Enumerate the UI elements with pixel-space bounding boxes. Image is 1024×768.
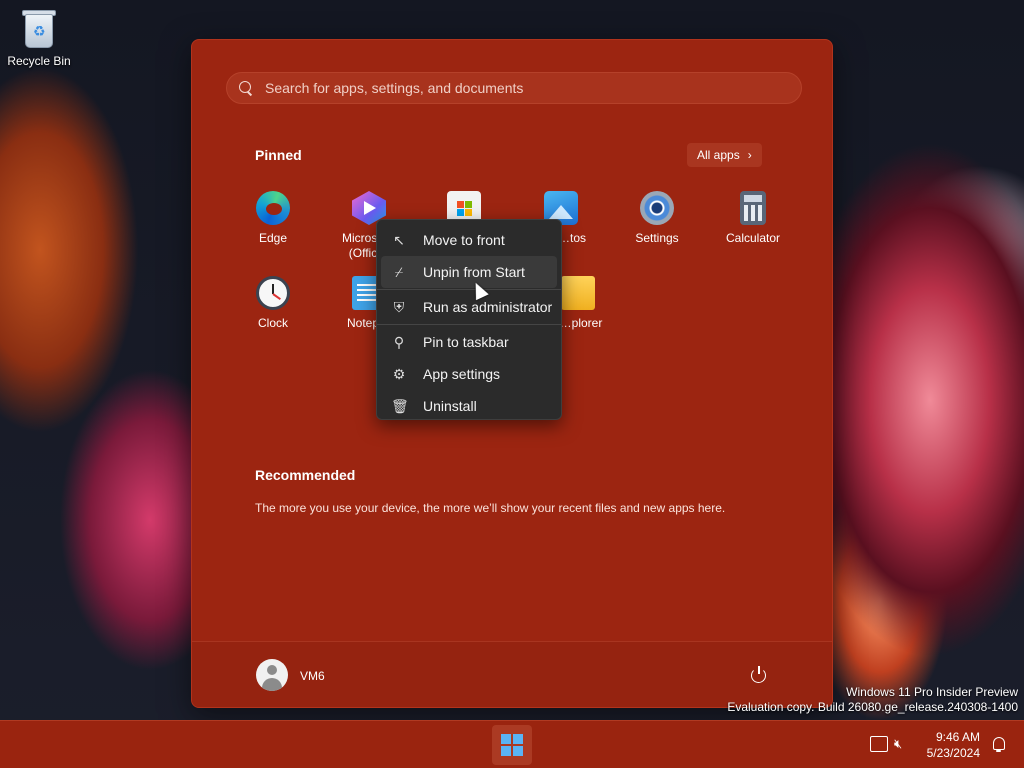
network-icon[interactable] xyxy=(870,736,888,752)
menu-item-label: Move to front xyxy=(423,232,505,248)
tray-time: 9:46 AM xyxy=(935,730,980,744)
tray-date: 5/23/2024 xyxy=(926,746,980,760)
file-explorer-icon xyxy=(561,276,595,310)
recycle-bin-label: Recycle Bin xyxy=(7,54,71,68)
menu-item-pin-to-taskbar[interactable]: ⚲ Pin to taskbar xyxy=(381,326,557,358)
menu-item-label: Unpin from Start xyxy=(423,264,525,280)
recommended-heading: Recommended xyxy=(255,467,356,483)
watermark-line-1: Windows 11 Pro Insider Preview xyxy=(846,685,1018,699)
menu-item-label: Run as administrator xyxy=(423,299,553,315)
app-label: Clock xyxy=(257,316,288,330)
pinned-app-clock[interactable]: Clock xyxy=(225,276,321,331)
notification-bell-icon[interactable] xyxy=(992,737,1006,753)
menu-item-unpin-from-start[interactable]: ⌿ Unpin from Start xyxy=(381,256,557,288)
menu-item-run-as-admin[interactable]: ⛨ Run as administrator xyxy=(381,291,557,323)
menu-separator xyxy=(377,289,561,290)
menu-item-label: Pin to taskbar xyxy=(423,334,509,350)
user-name[interactable]: VM6 xyxy=(300,669,325,683)
unpin-icon: ⌿ xyxy=(394,264,404,280)
power-icon[interactable] xyxy=(750,666,768,684)
windows-start-button[interactable] xyxy=(492,725,532,765)
menu-item-app-settings[interactable]: ⚙ App settings xyxy=(381,358,557,390)
context-menu: ↖ Move to front ⌿ Unpin from Start ⛨ Run… xyxy=(376,219,562,420)
menu-item-uninstall[interactable]: 🗑 Uninstall xyxy=(381,390,557,422)
all-apps-label: All apps xyxy=(697,148,740,162)
calculator-icon xyxy=(740,191,766,225)
recycle-bin-icon: ♻ xyxy=(21,8,57,50)
search-icon xyxy=(239,81,253,95)
build-watermark: Windows 11 Pro Insider Preview Evaluatio… xyxy=(727,685,1018,715)
app-label: Edge xyxy=(258,231,288,245)
volume-muted-icon[interactable]: 🔇︎ xyxy=(894,736,912,752)
menu-item-move-to-front[interactable]: ↖ Move to front xyxy=(381,224,557,256)
user-avatar[interactable] xyxy=(256,659,288,691)
arrow-up-left-icon: ↖ xyxy=(393,232,405,248)
search-input[interactable] xyxy=(265,80,785,96)
pinned-app-calculator[interactable]: Calculator xyxy=(705,191,801,246)
edge-icon xyxy=(256,191,290,225)
menu-item-label: App settings xyxy=(423,366,501,382)
recommended-empty-text: The more you use your device, the more w… xyxy=(255,501,726,515)
search-box[interactable] xyxy=(226,72,802,104)
app-label: Calculator xyxy=(725,231,781,245)
pinned-app-settings[interactable]: Settings xyxy=(609,191,705,246)
pin-icon: ⚲ xyxy=(393,334,405,350)
desktop-recycle-bin[interactable]: ♻ Recycle Bin xyxy=(4,8,74,68)
chevron-right-icon: › xyxy=(747,148,752,162)
trash-icon: 🗑 xyxy=(391,398,409,414)
menu-item-label: Uninstall xyxy=(423,398,477,414)
settings-icon xyxy=(640,191,674,225)
shield-icon: ⛨ xyxy=(393,299,405,315)
watermark-line-2: Evaluation copy. Build 26080.ge_release.… xyxy=(727,700,1018,714)
clock-display[interactable]: 9:46 AM 5/23/2024 xyxy=(927,729,980,761)
clock-icon xyxy=(256,276,290,310)
menu-separator xyxy=(377,324,561,325)
taskbar: 🔇︎ 9:46 AM 5/23/2024 xyxy=(0,720,1024,768)
app-label: Settings xyxy=(635,231,679,245)
all-apps-button[interactable]: All apps › xyxy=(687,143,762,167)
gear-icon: ⚙ xyxy=(392,366,406,382)
pinned-heading: Pinned xyxy=(255,147,302,163)
pinned-app-edge[interactable]: Edge xyxy=(225,191,321,246)
